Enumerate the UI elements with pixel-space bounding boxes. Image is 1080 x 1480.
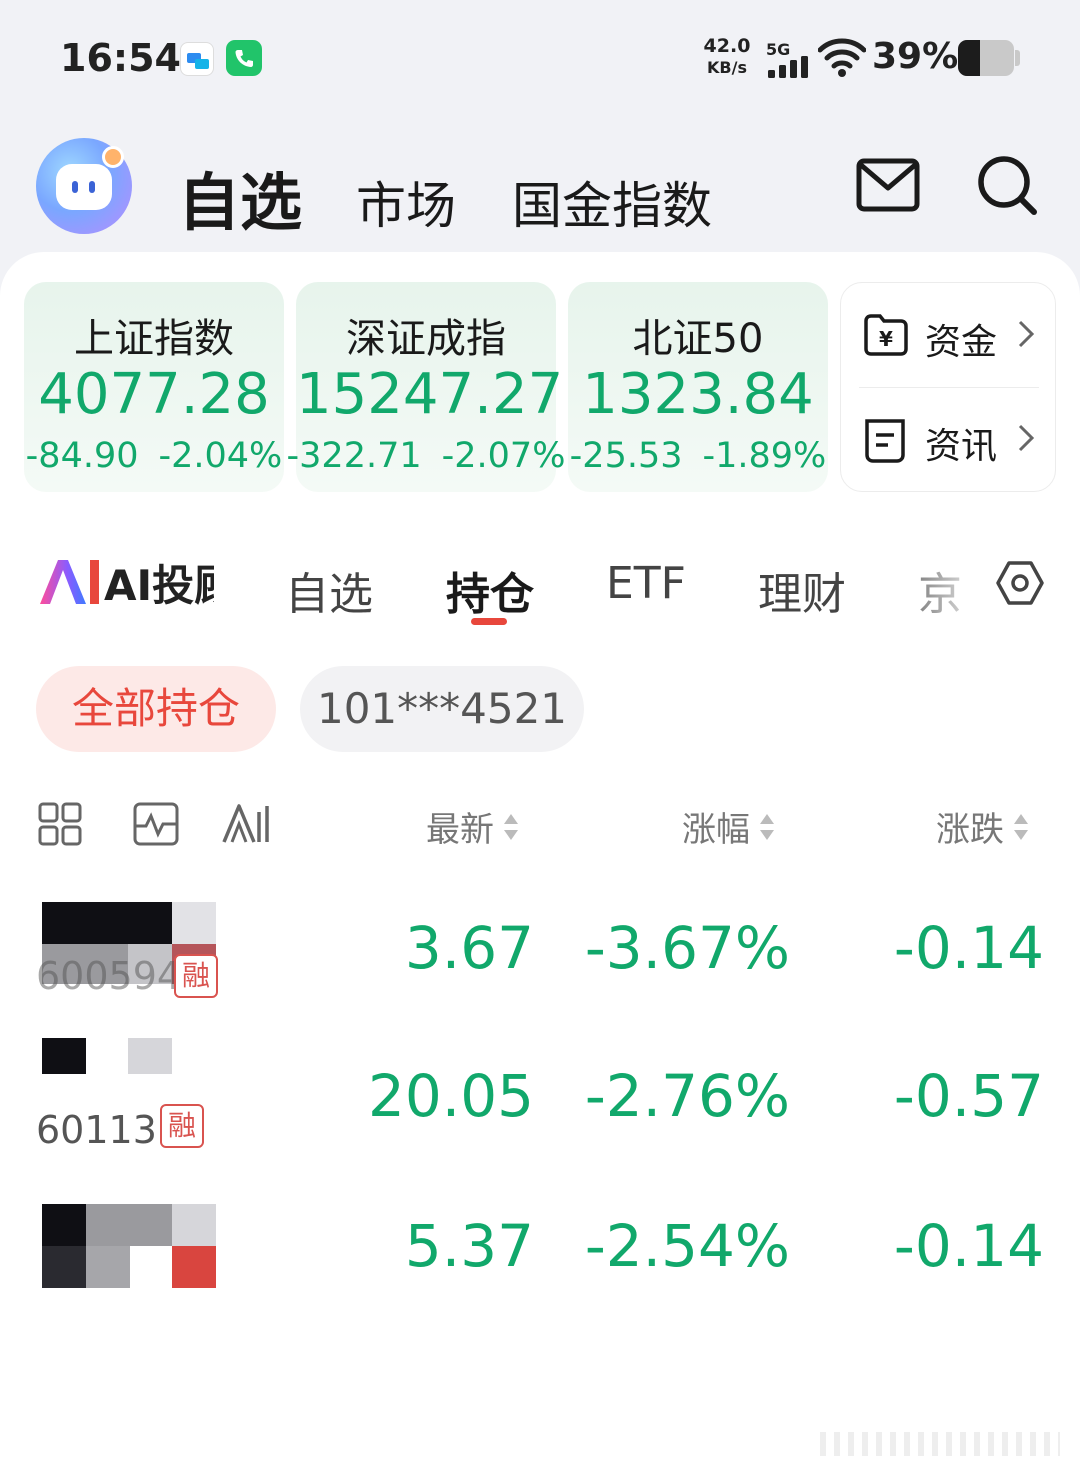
change-pct: -2.76% xyxy=(584,1062,790,1130)
index-change-pct: -2.04% xyxy=(158,436,283,476)
chart-view-icon[interactable] xyxy=(133,802,179,846)
chevron-right-icon xyxy=(1018,424,1035,452)
subtab-holdings[interactable]: 持仓 xyxy=(446,558,534,622)
index-name: 上证指数 xyxy=(74,316,234,362)
notification-app-icon xyxy=(180,42,214,76)
index-change-pct: -2.07% xyxy=(441,436,566,476)
news-doc-icon xyxy=(865,419,905,463)
index-change: -84.90 xyxy=(25,436,139,476)
change-pct: -3.67% xyxy=(584,914,790,982)
battery-fill xyxy=(958,40,980,76)
index-changes: -25.53 -1.89% xyxy=(568,436,828,476)
funds-folder-icon: ¥ xyxy=(864,314,908,356)
index-change-pct: -1.89% xyxy=(702,436,827,476)
change-pct: -2.54% xyxy=(584,1212,790,1280)
index-card-shanghai[interactable]: 上证指数 4077.28 -84.90 -2.04% xyxy=(24,282,284,492)
tab-watchlist[interactable]: 自选 xyxy=(178,152,302,242)
sort-icon xyxy=(504,813,518,840)
grid-view-icon[interactable] xyxy=(38,802,82,846)
column-change-pct[interactable]: 涨幅 xyxy=(682,802,776,851)
index-value: 4077.28 xyxy=(38,362,270,427)
table-row[interactable]: 5.37 -2.54% -0.14 xyxy=(0,1196,1080,1346)
index-name: 北证50 xyxy=(632,316,764,362)
index-name: 深证成指 xyxy=(346,316,506,362)
subtab-etf[interactable]: ETF xyxy=(606,558,686,609)
tab-guojin-index[interactable]: 国金指数 xyxy=(512,166,712,238)
phone-app-icon xyxy=(226,40,262,76)
avatar-face xyxy=(56,164,112,210)
funds-label: 资金 xyxy=(925,322,998,363)
masked-stock-name xyxy=(42,1204,216,1294)
margin-tag: 融 xyxy=(174,954,218,998)
index-value: 15247.27 xyxy=(296,362,564,427)
filter-all-positions[interactable]: 全部持仓 xyxy=(36,666,276,752)
avatar-eye xyxy=(89,181,95,193)
index-change: -25.53 xyxy=(569,436,683,476)
status-time: 16:54 xyxy=(60,36,181,80)
tabs-fade xyxy=(880,550,990,620)
news-link[interactable]: 资讯 xyxy=(841,387,1057,487)
ai-advisor-logo[interactable]: AI投顾 xyxy=(38,556,214,610)
tab-market[interactable]: 市场 xyxy=(356,166,456,238)
svg-text:¥: ¥ xyxy=(879,327,893,351)
index-changes: -84.90 -2.04% xyxy=(24,436,284,476)
net-speed: 42.0 KB/s xyxy=(703,35,751,78)
last-price: 20.05 xyxy=(367,1062,534,1130)
change: -0.14 xyxy=(893,1212,1044,1280)
stock-code: 600594 xyxy=(36,954,182,998)
mail-icon[interactable] xyxy=(856,158,920,214)
table-row[interactable]: 601137 融 20.05 -2.76% -0.57 xyxy=(0,1036,1080,1186)
margin-tag: 融 xyxy=(160,1104,204,1148)
watermark-strip xyxy=(820,1432,1060,1456)
search-icon[interactable] xyxy=(976,154,1040,218)
index-value: 1323.84 xyxy=(582,362,814,427)
active-tab-indicator xyxy=(471,618,507,625)
subtab-wealth[interactable]: 理财 xyxy=(758,558,846,622)
news-label: 资讯 xyxy=(925,426,998,467)
wifi-icon xyxy=(818,38,866,77)
chevron-right-icon xyxy=(1018,320,1035,348)
avatar-notification-dot xyxy=(102,146,124,168)
settings-icon[interactable] xyxy=(996,560,1044,606)
index-change: -322.71 xyxy=(286,436,422,476)
change: -0.14 xyxy=(893,914,1044,982)
index-card-beijing50[interactable]: 北证50 1323.84 -25.53 -1.89% xyxy=(568,282,828,492)
battery-tip xyxy=(1015,50,1020,66)
status-bar: 16:54 42.0 KB/s 5G 39% xyxy=(0,0,1080,115)
sort-icon xyxy=(760,813,774,840)
last-price: 3.67 xyxy=(404,914,534,982)
avatar-icon[interactable] xyxy=(36,138,132,234)
sort-icon xyxy=(1014,813,1028,840)
quick-links-card: ¥ 资金 资讯 xyxy=(840,282,1056,492)
last-price: 5.37 xyxy=(404,1212,534,1280)
signal-icon xyxy=(768,56,808,78)
avatar-eye xyxy=(72,181,78,193)
column-last-price[interactable]: 最新 xyxy=(426,802,520,851)
index-changes: -322.71 -2.07% xyxy=(287,436,566,476)
battery-icon xyxy=(958,40,1014,76)
index-card-shenzhen[interactable]: 深证成指 15247.27 -322.71 -2.07% xyxy=(287,282,566,492)
funds-link[interactable]: ¥ 资金 xyxy=(841,283,1057,383)
change: -0.57 xyxy=(893,1062,1044,1130)
table-row[interactable]: 600594 融 3.67 -3.67% -0.14 xyxy=(0,896,1080,1046)
battery-percent: 39% xyxy=(872,36,959,77)
ai-view-icon[interactable] xyxy=(221,802,271,846)
column-change[interactable]: 涨跌 xyxy=(936,802,1030,851)
subtab-watchlist[interactable]: 自选 xyxy=(285,558,373,622)
ai-advisor-brand: AI投顾 xyxy=(104,561,214,610)
filter-account[interactable]: 101***4521 xyxy=(300,666,584,752)
